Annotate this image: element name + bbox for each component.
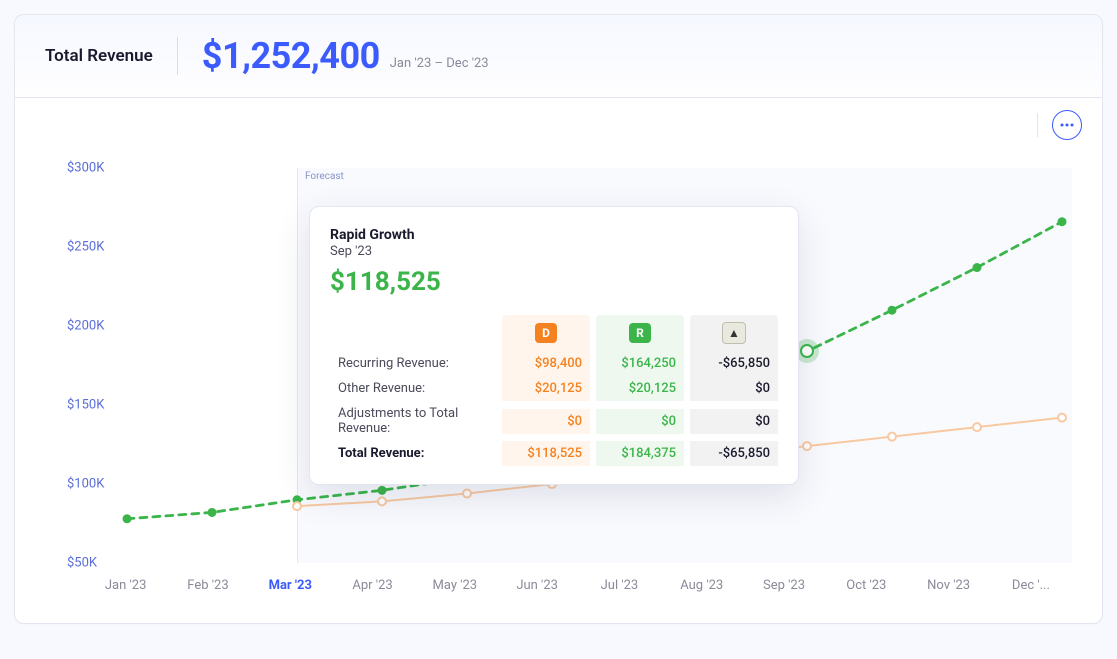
tooltip-col-header: ▲ <box>690 315 778 351</box>
chart-toolbar <box>1037 110 1082 140</box>
tooltip-amount: $118,525 <box>330 267 778 297</box>
series-point[interactable] <box>378 497 386 505</box>
x-tick[interactable]: Jan '23 <box>85 578 167 593</box>
x-tick[interactable]: May '23 <box>414 578 496 593</box>
x-tick[interactable]: Dec '... <box>990 578 1072 593</box>
series-point[interactable] <box>803 442 811 450</box>
tooltip-date: Sep '23 <box>330 244 778 259</box>
series-point[interactable] <box>123 514 132 523</box>
tooltip-cell: $118,525 <box>502 441 590 466</box>
header-separator <box>177 37 178 75</box>
tooltip-cell: $0 <box>690 409 778 434</box>
tooltip-table: D R ▲ Recurring Revenue: $98,400 $164,25… <box>330 315 778 466</box>
highlight-marker-dot <box>800 344 814 358</box>
series-point[interactable] <box>888 306 897 315</box>
series-point[interactable] <box>973 423 981 431</box>
x-tick[interactable]: Sep '23 <box>743 578 825 593</box>
tooltip-cell: $0 <box>502 409 590 434</box>
total-revenue-amount: $1,252,400 <box>202 35 380 77</box>
chart-tooltip: Rapid Growth Sep '23 $118,525 D R ▲ Recu… <box>309 206 799 485</box>
tooltip-cell: $98,400 <box>502 351 590 376</box>
tooltip-col-header: R <box>596 315 684 351</box>
series-point[interactable] <box>463 489 471 497</box>
x-tick[interactable]: Oct '23 <box>825 578 907 593</box>
card-title: Total Revenue <box>45 46 177 66</box>
tooltip-cell: $0 <box>596 409 684 434</box>
date-range: Jan '23 – Dec '23 <box>390 56 489 77</box>
tooltip-row-label: Recurring Revenue: <box>330 351 496 376</box>
series-point[interactable] <box>1058 414 1066 422</box>
x-tick[interactable]: Jul '23 <box>578 578 660 593</box>
tooltip-cell: $164,250 <box>596 351 684 376</box>
card-header: Total Revenue $1,252,400 Jan '23 – Dec '… <box>15 15 1102 98</box>
badge-r: R <box>629 323 651 343</box>
more-button[interactable] <box>1052 110 1082 140</box>
x-tick[interactable]: Mar '23 <box>249 578 331 593</box>
series-point[interactable] <box>378 486 387 495</box>
x-axis: Jan '23Feb '23Mar '23Apr '23May '23Jun '… <box>67 578 1072 593</box>
x-tick[interactable]: Feb '23 <box>167 578 249 593</box>
plot-area[interactable]: $50K$100K$150K$200K$250K$300KForecast Ra… <box>67 168 1072 563</box>
tooltip-cell: -$65,850 <box>690 441 778 466</box>
series-point[interactable] <box>973 263 982 272</box>
toolbar-separator <box>1037 113 1038 137</box>
x-tick[interactable]: Nov '23 <box>907 578 989 593</box>
badge-a-icon: ▲ <box>722 322 746 344</box>
x-tick[interactable]: Aug '23 <box>661 578 743 593</box>
tooltip-col-header: D <box>502 315 590 351</box>
tooltip-row-label: Adjustments to Total Revenue: <box>330 401 496 441</box>
x-tick[interactable]: Jun '23 <box>496 578 578 593</box>
revenue-card: Total Revenue $1,252,400 Jan '23 – Dec '… <box>14 14 1103 624</box>
series-point[interactable] <box>293 502 301 510</box>
tooltip-row-label: Total Revenue: <box>330 441 496 466</box>
badge-d: D <box>535 323 557 343</box>
tooltip-cell: $0 <box>690 376 778 401</box>
chart-area: $50K$100K$150K$200K$250K$300KForecast Ra… <box>15 98 1102 623</box>
tooltip-cell: $184,375 <box>596 441 684 466</box>
tooltip-cell: $20,125 <box>502 376 590 401</box>
series-point[interactable] <box>1058 217 1067 226</box>
series-point[interactable] <box>208 508 217 517</box>
tooltip-cell: -$65,850 <box>690 351 778 376</box>
tooltip-cell: $20,125 <box>596 376 684 401</box>
x-tick[interactable]: Apr '23 <box>331 578 413 593</box>
series-point[interactable] <box>888 433 896 441</box>
more-icon <box>1060 123 1074 127</box>
tooltip-row-label: Other Revenue: <box>330 376 496 401</box>
tooltip-scenario: Rapid Growth <box>330 227 778 243</box>
